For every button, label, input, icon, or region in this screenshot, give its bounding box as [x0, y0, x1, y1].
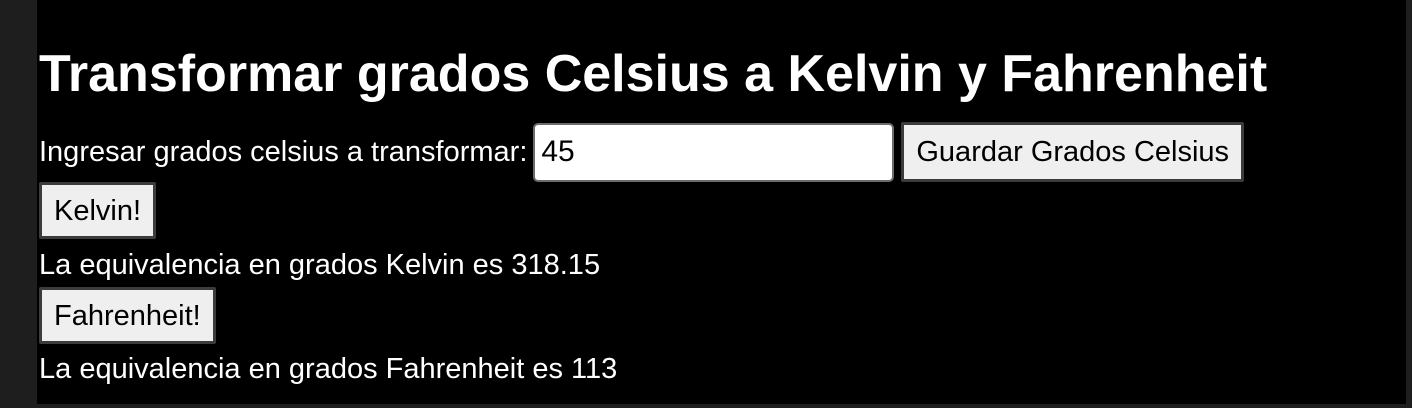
kelvin-result-text: La equivalencia en grados Kelvin es 318.… [39, 249, 601, 281]
save-celsius-button[interactable]: Guardar Grados Celsius [901, 122, 1245, 182]
right-gutter [1406, 0, 1412, 408]
fahrenheit-result-text: La equivalencia en grados Fahrenheit es … [39, 353, 618, 385]
fahrenheit-button[interactable]: Fahrenheit! [39, 287, 216, 344]
page-content: Transformar grados Celsius a Kelvin y Fa… [39, 0, 1399, 404]
left-gutter [0, 0, 37, 408]
page-title: Transformar grados Celsius a Kelvin y Fa… [39, 45, 1268, 103]
celsius-form-row: Ingresar grados celsius a transformar: G… [39, 121, 1245, 183]
kelvin-button[interactable]: Kelvin! [39, 182, 157, 239]
bottom-border [37, 404, 1406, 408]
celsius-input-label: Ingresar grados celsius a transformar: [39, 136, 528, 168]
celsius-input[interactable] [533, 122, 895, 182]
